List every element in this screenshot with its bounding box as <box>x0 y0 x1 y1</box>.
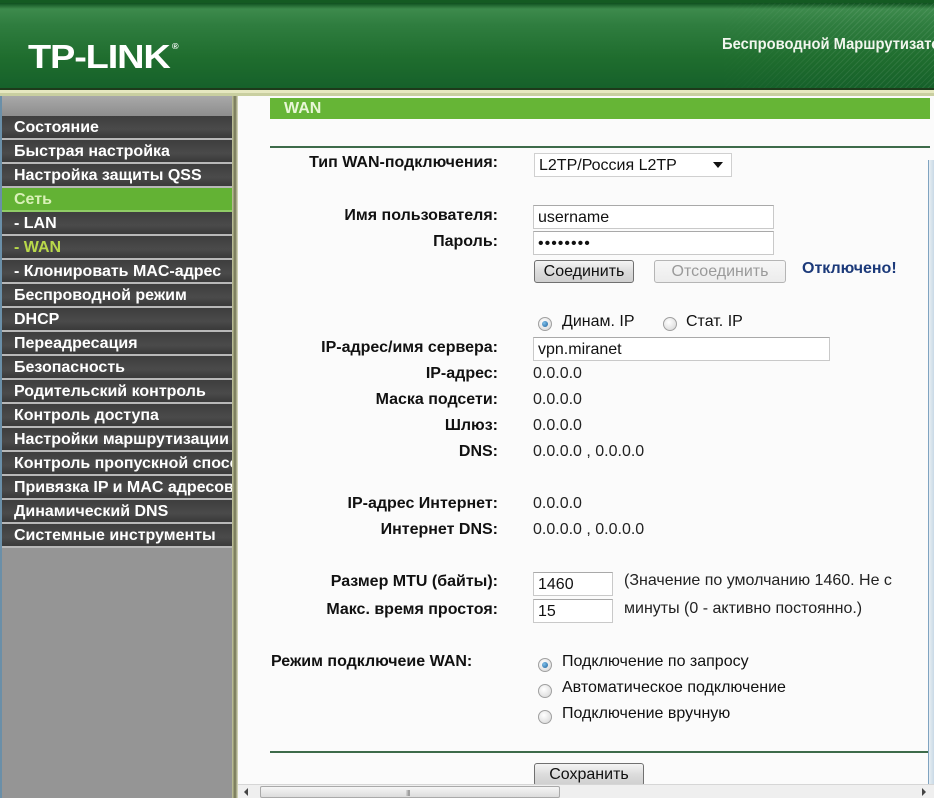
header-divider <box>0 88 934 96</box>
dns-value: 0.0.0.0 , 0.0.0.0 <box>533 443 645 460</box>
on-demand-radio[interactable] <box>538 658 552 672</box>
sidebar-item[interactable]: Сеть <box>2 188 232 212</box>
sidebar-item[interactable]: Беспроводной режим <box>2 284 232 308</box>
auto-connect-label[interactable]: Автоматическое подключение <box>562 679 786 697</box>
server-input[interactable]: vpn.miranet <box>533 337 830 361</box>
internet-dns-row: Интернет DNS: 0.0.0.0 , 0.0.0.0 <box>238 521 934 543</box>
manual-connect-radio[interactable] <box>538 710 552 724</box>
sidebar-top-spacer <box>2 96 232 116</box>
idle-time-value: 15 <box>538 603 556 620</box>
top-divider <box>270 146 930 148</box>
registered-mark: ® <box>171 42 179 51</box>
dynamic-ip-label[interactable]: Динам. IP <box>562 313 635 331</box>
ip-row: IP-адрес: 0.0.0.0 <box>238 365 934 387</box>
connect-button[interactable]: Соединить <box>534 260 634 283</box>
sidebar-item[interactable]: Переадресация <box>2 332 232 356</box>
dynamic-ip-radio[interactable] <box>538 317 552 331</box>
logo-text: TP-LINK <box>28 38 171 75</box>
sidebar-item[interactable]: - LAN <box>2 212 232 236</box>
gateway-value: 0.0.0.0 <box>533 417 582 434</box>
connection-mode-label: Режим подключеие WAN: <box>271 653 473 670</box>
on-demand-label[interactable]: Подключение по запросу <box>562 653 749 671</box>
internet-dns-value: 0.0.0.0 , 0.0.0.0 <box>533 521 645 538</box>
connection-status: Отключено! <box>802 260 897 277</box>
gateway-label: Шлюз: <box>444 417 498 434</box>
internet-ip-value: 0.0.0.0 <box>533 495 582 512</box>
static-ip-label[interactable]: Стат. IP <box>686 313 743 331</box>
internet-ip-label: IP-адрес Интернет: <box>347 495 499 512</box>
chevron-down-icon <box>713 162 723 168</box>
idle-note: минуты (0 - активно постоянно.) <box>624 600 863 617</box>
sidebar-item[interactable]: Контроль доступа <box>2 404 232 428</box>
wan-type-value: L2TP/Россия L2TP <box>539 157 677 174</box>
dns-label: DNS: <box>458 443 498 460</box>
username-input[interactable]: username <box>533 205 774 229</box>
internet-dns-label: Интернет DNS: <box>380 521 498 538</box>
tp-link-logo: TP-LINK ® <box>28 38 179 76</box>
wan-type-label: Тип WAN-подключения: <box>309 154 498 171</box>
mtu-value: 1460 <box>538 576 574 593</box>
password-input[interactable]: •••••••• <box>533 231 774 255</box>
sidebar-item[interactable]: Быстрая настройка <box>2 140 232 164</box>
page-title: WAN <box>270 98 930 119</box>
disconnect-button[interactable]: Отсоединить <box>654 260 786 283</box>
sidebar-item[interactable]: Состояние <box>2 116 232 140</box>
sidebar-menu: Состояние Быстрая настройка Настройка защи… <box>0 96 232 798</box>
internet-ip-row: IP-адрес Интернет: 0.0.0.0 <box>238 495 934 517</box>
menu-list: Состояние Быстрая настройка Настройка защи… <box>2 116 232 548</box>
password-label: Пароль: <box>433 233 498 250</box>
mask-value: 0.0.0.0 <box>533 391 582 408</box>
password-value: •••••••• <box>538 235 591 252</box>
sidebar-item[interactable]: Родительский контроль <box>2 380 232 404</box>
sidebar-item[interactable]: Настройки маршрутизации <box>2 428 232 452</box>
sidebar-item[interactable]: Контроль пропускной способности <box>2 452 232 476</box>
sidebar-item[interactable]: - Клонировать MAC-адрес <box>2 260 232 284</box>
gateway-row: Шлюз: 0.0.0.0 <box>238 417 934 439</box>
wan-type-select[interactable]: L2TP/Россия L2TP <box>534 153 732 177</box>
mask-row: Маска подсети: 0.0.0.0 <box>238 391 934 413</box>
sidebar-item[interactable]: Безопасность <box>2 356 232 380</box>
mtu-note: (Значение по умолчанию 1460. Не с <box>624 572 892 589</box>
dns-row: DNS: 0.0.0.0 , 0.0.0.0 <box>238 443 934 465</box>
sidebar-item[interactable]: - WAN <box>2 236 232 260</box>
sidebar-item[interactable]: Привязка IP и MAC адресов <box>2 476 232 500</box>
mtu-input[interactable]: 1460 <box>533 572 613 596</box>
server-value: vpn.miranet <box>538 341 622 358</box>
manual-connect-label[interactable]: Подключение вручную <box>562 705 730 723</box>
save-button[interactable]: Сохранить <box>534 763 644 784</box>
sidebar-item[interactable]: Динамический DNS <box>2 500 232 524</box>
auto-connect-radio[interactable] <box>538 684 552 698</box>
scroll-right-icon[interactable] <box>922 788 926 796</box>
sidebar-item[interactable]: DHCP <box>2 308 232 332</box>
horizontal-scrollbar[interactable]: III <box>238 784 934 798</box>
ip-label: IP-адрес: <box>425 365 498 382</box>
ip-value: 0.0.0.0 <box>533 365 582 382</box>
sidebar-item[interactable]: Настройка защиты QSS <box>2 164 232 188</box>
content-frame: WAN Тип WAN-подключения: L2TP/Россия L2T… <box>238 96 934 784</box>
scroll-left-icon[interactable] <box>244 788 248 796</box>
idle-time-input[interactable]: 15 <box>533 599 613 623</box>
username-label: Имя пользователя: <box>344 207 498 224</box>
bottom-divider <box>270 751 930 753</box>
product-subtitle: Беспроводной Маршрутизатор <box>722 36 934 53</box>
header-banner: TP-LINK ® Беспроводной Маршрутизатор <box>0 0 934 91</box>
server-label: IP-адрес/имя сервера: <box>321 339 498 356</box>
mask-label: Маска подсети: <box>375 391 498 408</box>
vertical-scrollbar[interactable] <box>928 160 934 784</box>
mtu-label: Размер MTU (байты): <box>330 573 498 590</box>
grip-icon: III <box>406 789 411 798</box>
idle-label: Макс. время простоя: <box>326 601 498 618</box>
scrollbar-thumb[interactable]: III <box>260 786 560 798</box>
sidebar-item[interactable]: Системные инструменты <box>2 524 232 548</box>
static-ip-radio[interactable] <box>663 317 677 331</box>
username-value: username <box>538 209 610 226</box>
